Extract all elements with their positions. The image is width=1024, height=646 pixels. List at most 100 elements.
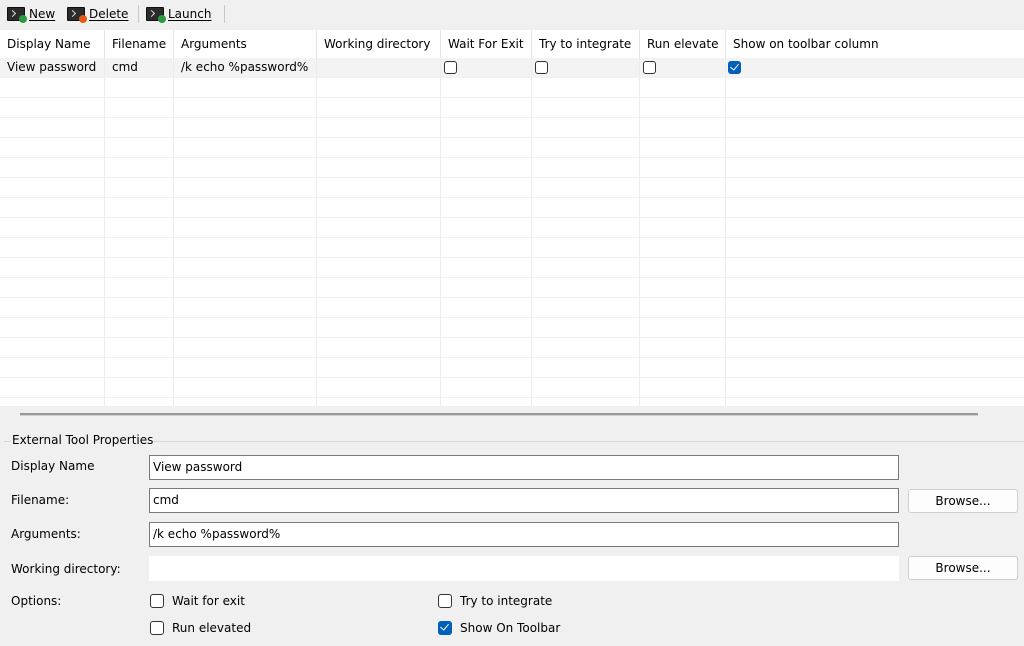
empty-cell xyxy=(532,398,640,406)
empty-cell xyxy=(726,298,1024,317)
empty-cell xyxy=(640,318,726,337)
try-to-integrate-checkbox[interactable] xyxy=(438,594,452,608)
empty-cell xyxy=(105,298,174,317)
empty-row xyxy=(0,278,1024,298)
try-to-integrate-option[interactable]: Try to integrate xyxy=(438,594,552,608)
delete-button[interactable]: Delete xyxy=(67,4,128,24)
empty-cell xyxy=(726,358,1024,377)
run-elevated-checkbox[interactable] xyxy=(150,621,164,635)
empty-cell xyxy=(174,158,317,177)
empty-cell xyxy=(441,258,532,277)
empty-cell xyxy=(317,138,441,157)
empty-row xyxy=(0,98,1024,118)
working-directory-field[interactable] xyxy=(149,556,899,581)
empty-cell xyxy=(0,278,105,297)
column-header-run-elevate[interactable]: Run elevate xyxy=(640,30,726,58)
wait-for-exit-checkbox[interactable] xyxy=(150,594,164,608)
new-button[interactable]: New xyxy=(7,4,55,24)
run-elevated-checkbox[interactable] xyxy=(643,61,656,74)
empty-cell xyxy=(640,198,726,217)
empty-cell xyxy=(532,118,640,137)
table-row[interactable]: View password cmd /k echo %password% xyxy=(0,58,1024,78)
column-header-wait-for-exit[interactable]: Wait For Exit xyxy=(441,30,532,58)
run-elevated-option[interactable]: Run elevated xyxy=(150,621,251,635)
empty-row xyxy=(0,218,1024,238)
empty-cell xyxy=(0,198,105,217)
empty-cell xyxy=(105,258,174,277)
splitter[interactable] xyxy=(20,413,978,416)
show-on-toolbar-option[interactable]: Show On Toolbar xyxy=(438,621,560,635)
filename-browse-button[interactable]: Browse... xyxy=(908,489,1018,513)
cell-show-on-toolbar xyxy=(726,58,1024,77)
column-header-try-to-integrate[interactable]: Try to integrate xyxy=(532,30,640,58)
empty-cell xyxy=(441,98,532,117)
empty-cell xyxy=(640,158,726,177)
empty-cell xyxy=(532,178,640,197)
empty-cell xyxy=(726,278,1024,297)
empty-cell xyxy=(174,118,317,137)
empty-cell xyxy=(174,218,317,237)
empty-cell xyxy=(532,238,640,257)
empty-row xyxy=(0,238,1024,258)
wait-for-exit-option[interactable]: Wait for exit xyxy=(150,594,245,608)
empty-cell xyxy=(441,178,532,197)
empty-cell xyxy=(105,98,174,117)
empty-cell xyxy=(317,338,441,357)
empty-cell xyxy=(441,338,532,357)
empty-cell xyxy=(726,138,1024,157)
empty-cell xyxy=(441,218,532,237)
show-on-toolbar-checkbox[interactable] xyxy=(438,621,452,635)
empty-cell xyxy=(441,78,532,97)
filename-field[interactable]: cmd xyxy=(149,488,899,513)
empty-cell xyxy=(532,98,640,117)
empty-cell xyxy=(0,178,105,197)
group-title: External Tool Properties xyxy=(11,433,155,447)
empty-cell xyxy=(105,138,174,157)
toolbar-separator xyxy=(138,5,139,23)
console-delete-icon xyxy=(67,7,87,23)
empty-cell xyxy=(174,378,317,397)
show-on-toolbar-checkbox[interactable] xyxy=(728,61,741,74)
working-directory-browse-button[interactable]: Browse... xyxy=(908,556,1018,580)
launch-label: Launch xyxy=(168,7,212,21)
console-new-icon xyxy=(7,7,27,23)
empty-cell xyxy=(174,298,317,317)
column-header-display-name[interactable]: Display Name xyxy=(0,30,105,58)
column-header-show-on-toolbar[interactable]: Show on toolbar column xyxy=(726,30,1024,58)
launch-button[interactable]: Launch xyxy=(146,4,211,24)
empty-cell xyxy=(726,238,1024,257)
empty-cell xyxy=(640,178,726,197)
empty-cell xyxy=(640,298,726,317)
empty-cell xyxy=(317,158,441,177)
empty-cell xyxy=(174,138,317,157)
empty-cell xyxy=(0,318,105,337)
empty-cell xyxy=(441,238,532,257)
empty-cell xyxy=(317,118,441,137)
empty-row xyxy=(0,398,1024,406)
empty-cell xyxy=(317,218,441,237)
arguments-field[interactable]: /k echo %password% xyxy=(149,522,899,547)
arguments-label: Arguments: xyxy=(11,527,81,541)
wait-for-exit-checkbox[interactable] xyxy=(444,61,457,74)
empty-cell xyxy=(0,238,105,257)
column-header-working-directory[interactable]: Working directory xyxy=(317,30,441,58)
column-header-filename[interactable]: Filename xyxy=(105,30,174,58)
empty-cell xyxy=(726,258,1024,277)
column-header-arguments[interactable]: Arguments xyxy=(174,30,317,58)
try-to-integrate-checkbox[interactable] xyxy=(535,61,548,74)
empty-cell xyxy=(532,318,640,337)
delete-label: Delete xyxy=(89,7,129,21)
working-directory-label: Working directory: xyxy=(11,562,121,576)
empty-cell xyxy=(532,138,640,157)
empty-row xyxy=(0,78,1024,98)
empty-cell xyxy=(174,98,317,117)
empty-cell xyxy=(532,358,640,377)
empty-cell xyxy=(640,278,726,297)
empty-cell xyxy=(105,318,174,337)
external-tools-grid[interactable]: Display Name Filename Arguments Working … xyxy=(0,30,1024,406)
empty-cell xyxy=(441,118,532,137)
display-name-field[interactable]: View password xyxy=(149,455,899,480)
empty-cell xyxy=(0,298,105,317)
empty-row xyxy=(0,198,1024,218)
empty-cell xyxy=(174,78,317,97)
